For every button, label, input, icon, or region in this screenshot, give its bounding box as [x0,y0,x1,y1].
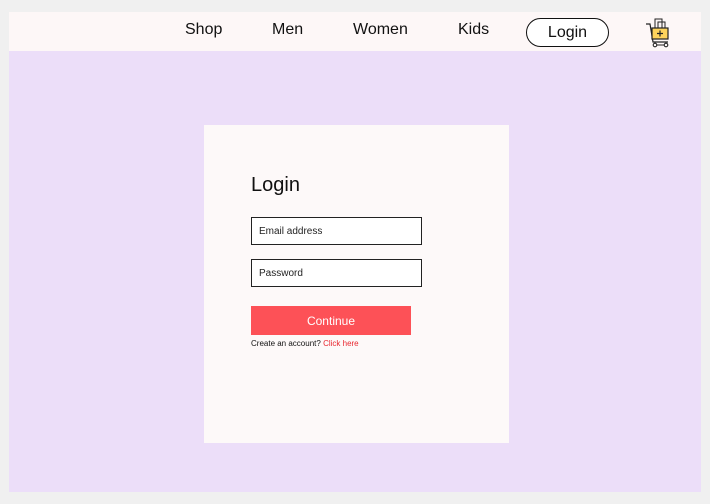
nav-link-men[interactable]: Men [272,21,303,39]
signup-prompt-text: Create an account? [251,339,321,348]
login-card: Login Continue Create an account? Click … [204,125,509,443]
continue-button[interactable]: Continue [251,306,411,335]
nav-link-women[interactable]: Women [353,21,408,39]
email-field[interactable] [251,217,422,245]
login-title: Login [251,174,300,196]
signup-prompt-row: Create an account? Click here [251,339,359,348]
nav-login-button[interactable]: Login [526,18,609,47]
nav-link-shop[interactable]: Shop [185,21,222,39]
password-field[interactable] [251,259,422,287]
app-frame: Shop Men Women Kids Login Login Continue… [9,12,701,492]
top-navbar: Shop Men Women Kids Login [9,12,701,51]
signup-link[interactable]: Click here [323,339,359,348]
shopping-cart-add-icon[interactable] [644,16,672,48]
nav-link-kids[interactable]: Kids [458,21,489,39]
